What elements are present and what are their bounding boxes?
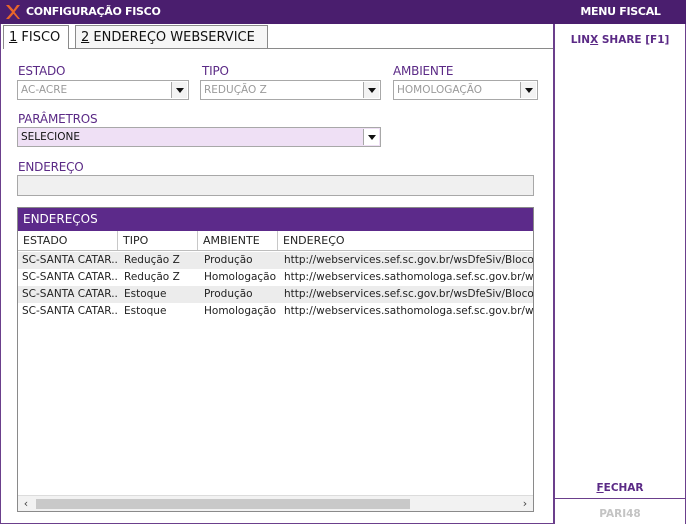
grid-title: ENDEREÇOS: [18, 208, 533, 231]
grid-rows: SC-SANTA CATAR... Redução Z Produção htt…: [18, 252, 533, 320]
grid-column-headers: ESTADO TIPO AMBIENTE ENDEREÇO: [18, 231, 533, 251]
cell-ambiente: Produção: [204, 288, 253, 300]
table-row[interactable]: SC-SANTA CATAR... Estoque Produção http:…: [18, 286, 533, 303]
linx-share-button[interactable]: LINX SHARE [F1]: [555, 34, 685, 46]
table-row[interactable]: SC-SANTA CATAR... Estoque Homologação ht…: [18, 303, 533, 320]
column-ambiente[interactable]: AMBIENTE: [198, 231, 278, 250]
screen-code: PARI48: [599, 508, 641, 520]
tab-fisco-label: FISCO: [17, 30, 61, 45]
scrollbar-thumb[interactable]: [36, 499, 410, 509]
tipo-select[interactable]: REDUÇÃO Z: [200, 80, 381, 100]
parametros-label: PARÂMETROS: [18, 112, 98, 126]
tab-endereco-label: ENDEREÇO WEBSERVICE: [89, 30, 255, 45]
ambiente-value: HOMOLOGAÇÃO: [397, 84, 482, 96]
cell-ambiente: Homologação: [204, 305, 276, 317]
chevron-down-icon[interactable]: [171, 82, 187, 98]
cell-estado: SC-SANTA CATAR...: [22, 254, 117, 266]
cell-ambiente: Homologação: [204, 271, 276, 283]
linx-share-key: X: [590, 34, 599, 46]
chevron-down-icon[interactable]: [363, 82, 379, 98]
title-bar: CONFIGURAÇÃO FISCO MENU FISCAL: [0, 0, 686, 24]
linx-logo-icon: [6, 5, 20, 19]
tipo-value: REDUÇÃO Z: [204, 84, 267, 96]
table-row[interactable]: SC-SANTA CATAR... Redução Z Produção htt…: [18, 252, 533, 269]
fechar-button[interactable]: FECHAR: [555, 482, 685, 494]
cell-endereco: http://webservices.sef.sc.gov.br/wsDfeSi…: [284, 254, 534, 266]
tab-divider: [3, 48, 553, 49]
estado-label: ESTADO: [18, 64, 66, 78]
chevron-down-icon[interactable]: [520, 82, 536, 98]
enderecos-grid: ENDEREÇOS ESTADO TIPO AMBIENTE ENDEREÇO …: [17, 207, 534, 512]
chevron-down-icon[interactable]: [363, 129, 379, 145]
ambiente-select[interactable]: HOMOLOGAÇÃO: [393, 80, 538, 100]
cell-tipo: Estoque: [124, 305, 167, 317]
cell-estado: SC-SANTA CATAR...: [22, 288, 117, 300]
window-left-border: [0, 24, 1, 524]
menu-fiscal-panel: LINX SHARE [F1] FECHAR PARI48: [553, 24, 686, 524]
estado-select[interactable]: AC-ACRE: [17, 80, 189, 100]
column-estado[interactable]: ESTADO: [18, 231, 118, 250]
cell-endereco: http://webservices.sathomologa.sef.sc.go…: [284, 271, 534, 283]
table-row[interactable]: SC-SANTA CATAR... Redução Z Homologação …: [18, 269, 533, 286]
ambiente-label: AMBIENTE: [393, 64, 454, 78]
cell-tipo: Estoque: [124, 288, 167, 300]
cell-endereco: http://webservices.sathomologa.sef.sc.go…: [284, 305, 534, 317]
endereco-label: ENDEREÇO: [18, 160, 84, 174]
column-endereco[interactable]: ENDEREÇO: [278, 231, 533, 250]
endereco-input[interactable]: [17, 175, 534, 196]
linx-share-suffix: SHARE [F1]: [598, 34, 670, 46]
menu-fiscal-title: MENU FISCAL: [580, 5, 661, 18]
tab-endereco-webservice[interactable]: 2 ENDEREÇO WEBSERVICE: [75, 25, 268, 49]
cell-ambiente: Produção: [204, 254, 253, 266]
fechar-key: F: [596, 482, 604, 494]
scroll-right-icon[interactable]: ›: [518, 497, 532, 510]
side-separator: [555, 498, 685, 499]
scroll-left-icon[interactable]: ‹: [19, 497, 33, 510]
column-tipo[interactable]: TIPO: [118, 231, 198, 250]
tipo-label: TIPO: [202, 64, 229, 78]
cell-estado: SC-SANTA CATAR...: [22, 271, 117, 283]
horizontal-scrollbar[interactable]: ‹ ›: [18, 495, 533, 511]
linx-share-prefix: LIN: [570, 34, 591, 46]
window-title: CONFIGURAÇÃO FISCO: [26, 5, 161, 18]
cell-estado: SC-SANTA CATAR...: [22, 305, 117, 317]
cell-tipo: Redução Z: [124, 271, 180, 283]
fechar-label: ECHAR: [603, 482, 644, 494]
estado-value: AC-ACRE: [21, 84, 68, 96]
tab-fisco[interactable]: 1 FISCO: [3, 25, 69, 49]
parametros-select[interactable]: SELECIONE: [17, 127, 381, 147]
cell-tipo: Redução Z: [124, 254, 180, 266]
cell-endereco: http://webservices.sef.sc.gov.br/wsDfeSi…: [284, 288, 534, 300]
parametros-value: SELECIONE: [21, 131, 80, 143]
active-tab-gap: [4, 48, 68, 49]
